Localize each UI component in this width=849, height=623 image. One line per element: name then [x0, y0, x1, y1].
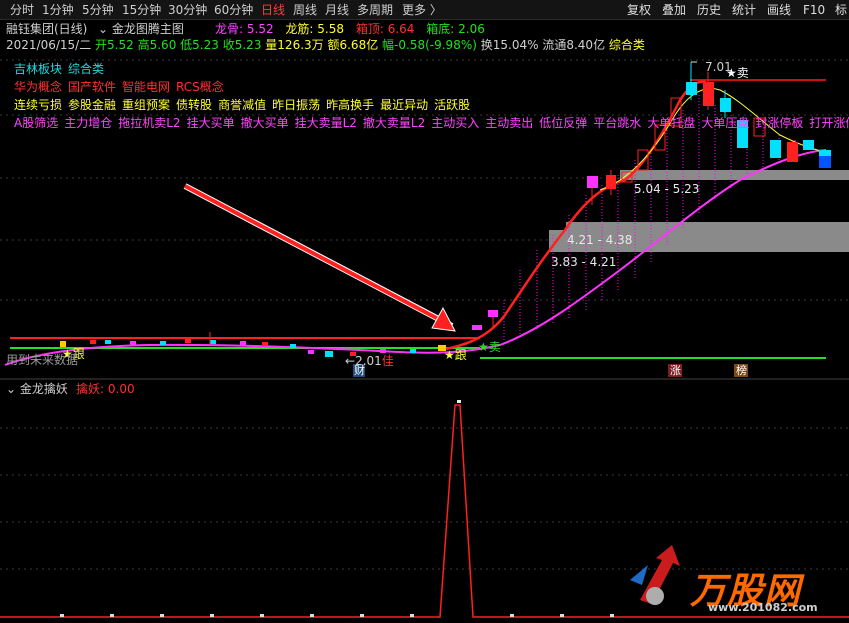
- zone-label-1: 5.04 - 5.23: [634, 182, 700, 196]
- sub-indicator-dropdown[interactable]: ⌄ 金龙擒妖: [6, 381, 68, 397]
- tag-item[interactable]: 大单托盘: [647, 116, 695, 130]
- tag-item[interactable]: A股筛选: [14, 116, 58, 130]
- tag-item[interactable]: 连续亏损: [14, 98, 62, 112]
- tag-row-1: 吉林板块 综合类: [14, 61, 110, 77]
- qinyao-label: 擒妖:: [76, 382, 105, 396]
- quote-close: 收5.23: [222, 38, 262, 52]
- watermark-logo: [630, 545, 680, 605]
- tag-item[interactable]: 主动买入: [431, 116, 479, 130]
- quote-sector: 综合类: [608, 38, 645, 52]
- quote-open: 开5.52: [95, 38, 134, 52]
- tag-row-4: A股筛选 主力增仓 拖拉机卖L2 挂大买单 撤大买单 挂大卖量L2 撤大卖量L2 主动买入 主动…: [14, 115, 849, 131]
- quote-turnover: 换15.04%: [480, 38, 539, 52]
- red-arrow: [184, 184, 450, 325]
- tag-item[interactable]: 主动卖出: [485, 116, 533, 130]
- tag-item[interactable]: 昨日振荡: [272, 98, 320, 112]
- tag-item[interactable]: 重组预案: [122, 98, 170, 112]
- event-icon-cai[interactable]: 财: [354, 363, 365, 379]
- tag-item[interactable]: 昨高换手: [326, 98, 374, 112]
- sell-signal-low: ★卖: [478, 340, 501, 354]
- quote-float-cap: 流通8.40亿: [542, 38, 606, 52]
- qinyao-value: 0.00: [107, 382, 135, 396]
- tag-item[interactable]: 打开涨停: [809, 116, 849, 130]
- event-icon-zhang[interactable]: 涨: [670, 363, 681, 379]
- longgu-value: 5.52: [246, 22, 274, 36]
- xiangdi-label: 箱底:: [426, 22, 455, 36]
- tag-item[interactable]: 撤大买单: [241, 116, 289, 130]
- chevron-down-icon: ⌄: [6, 382, 17, 396]
- tag-item[interactable]: 挂大买单: [187, 116, 235, 130]
- quote-amount: 额6.68亿: [327, 38, 379, 52]
- tag-item[interactable]: 华为概念: [14, 80, 62, 94]
- xiangding-value: 6.64: [387, 22, 415, 36]
- tag-item[interactable]: 大单压盘: [701, 116, 749, 130]
- header-values: 龙骨: 5.52 龙筋: 5.58 箱顶: 6.64 箱底: 2.06: [215, 21, 485, 37]
- sell-signal-top: ★卖: [726, 66, 749, 80]
- stock-title: 融钰集团(日线): [6, 22, 88, 36]
- tag-item[interactable]: 挂大卖量L2: [295, 116, 357, 130]
- tag-item[interactable]: 撤大卖量L2: [363, 116, 425, 130]
- quote-volume: 量126.3万: [265, 38, 324, 52]
- indicator-dropdown[interactable]: ⌄ 金龙图腾主图: [98, 21, 184, 37]
- future-data-note: 用到未来数据: [6, 353, 79, 367]
- quote-change: 幅-0.58(-9.98%): [382, 38, 477, 52]
- ma-magenta-line: [4, 149, 827, 366]
- chevron-down-icon: ⌄: [98, 22, 109, 36]
- tag-item[interactable]: RCS概念: [176, 80, 224, 94]
- longgu-label: 龙骨:: [215, 22, 244, 36]
- longjin-value: 5.58: [317, 22, 345, 36]
- quote-low: 低5.23: [180, 38, 219, 52]
- tag-item[interactable]: 封涨停板: [755, 116, 803, 130]
- signal-lines: [503, 95, 796, 340]
- quote-high: 高5.60: [137, 38, 177, 52]
- sub-indicator-name: 金龙擒妖: [19, 382, 68, 396]
- tag-row-2: 华为概念 国产软件 智能电网 RCS概念: [14, 79, 230, 95]
- xiangdi-value: 2.06: [458, 22, 485, 36]
- zone-label-2: 4.21 - 4.38: [567, 233, 633, 247]
- follow-signal-2: ★跟: [444, 348, 467, 362]
- tag-item[interactable]: 平台跳水: [593, 116, 641, 130]
- tag-item[interactable]: 国产软件: [68, 80, 116, 94]
- tag-item[interactable]: 债转股: [176, 98, 212, 112]
- zone-label-3: 3.83 - 4.21: [551, 255, 617, 269]
- tag-item[interactable]: 智能电网: [122, 80, 170, 94]
- tag-item[interactable]: 参股金融: [68, 98, 116, 112]
- tag-item[interactable]: 拖拉机卖L2: [118, 116, 180, 130]
- tag-item[interactable]: 综合类: [68, 62, 104, 76]
- tag-item[interactable]: 活跃股: [434, 98, 470, 112]
- zone-bar-2a: [566, 222, 849, 230]
- tag-item[interactable]: 最近异动: [380, 98, 428, 112]
- xiangding-label: 箱顶:: [355, 22, 384, 36]
- zone-bar-1: [620, 170, 849, 180]
- tag-item[interactable]: 低位反弹: [539, 116, 587, 130]
- sub-grid: [0, 427, 849, 570]
- longjin-label: 龙筋:: [285, 22, 314, 36]
- quote-line: 2021/06/15/二 开5.52 高5.60 低5.23 收5.23 量12…: [6, 37, 645, 53]
- indicator-name: 金龙图腾主图: [111, 22, 184, 36]
- low-price-suffix: 佳: [381, 354, 394, 368]
- quote-date: 2021/06/15/二: [6, 38, 92, 52]
- watermark-url: www.201082.com: [708, 601, 818, 614]
- tag-item[interactable]: 商誉减值: [218, 98, 266, 112]
- tag-row-3: 连续亏损 参股金融 重组预案 债转股 商誉减值 昨日振荡 昨高换手 最近异动 活跃股: [14, 97, 476, 113]
- tag-item[interactable]: 吉林板块: [14, 62, 62, 76]
- tag-item[interactable]: 主力增仓: [64, 116, 112, 130]
- sub-indicator-value: 擒妖: 0.00: [76, 381, 135, 397]
- event-icon-bang[interactable]: 榜: [736, 363, 747, 379]
- low-price-label: ←2.01佳: [345, 353, 394, 369]
